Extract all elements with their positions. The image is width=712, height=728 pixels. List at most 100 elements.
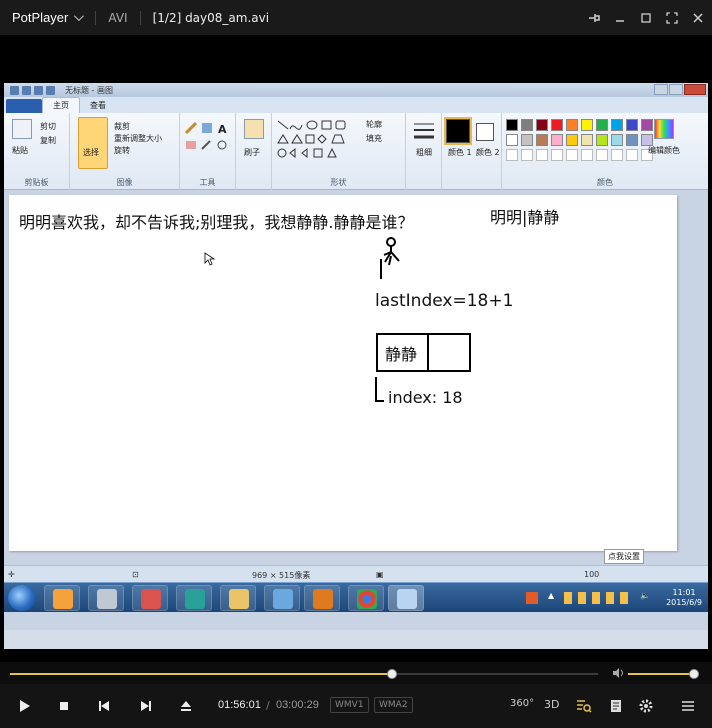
play-icon[interactable]: [16, 698, 32, 714]
minimize-icon[interactable]: [614, 12, 626, 24]
divider: [139, 10, 141, 25]
clock-time: 11:01: [672, 588, 696, 597]
move-icon: ✛: [8, 570, 15, 579]
seek-bar[interactable]: [0, 662, 712, 684]
color-swatch: [551, 119, 563, 131]
paste-label: 粘贴: [12, 146, 28, 155]
color-swatch: [506, 119, 518, 131]
seek-thumb[interactable]: [387, 669, 398, 679]
stereo-3d-button[interactable]: 3D: [544, 698, 559, 711]
gear-icon[interactable]: [638, 698, 654, 714]
taskbar-app-4: [176, 585, 212, 611]
quick-access-toolbar: [4, 85, 55, 95]
color-swatch: [536, 119, 548, 131]
color-swatch: [596, 119, 608, 131]
brush-icon: [244, 119, 264, 139]
clipboard-group: 粘贴 剪切 复制 剪贴板: [4, 113, 70, 190]
video-area[interactable]: 无标题 - 画图 主页 查看 粘贴 剪切 复制 剪贴板 选择 裁剪 重新调整大小…: [0, 36, 712, 662]
color2-swatch: [476, 123, 494, 141]
volume-slider[interactable]: [628, 669, 699, 679]
next-icon[interactable]: [138, 698, 154, 714]
volume-icon[interactable]: [612, 667, 624, 682]
playlist-search-icon[interactable]: [576, 698, 592, 714]
taskbar-app-paint: [388, 585, 424, 611]
size-icon: [414, 123, 434, 139]
chrome-icon: [357, 589, 377, 609]
clock: 11:01 2015/6/9: [666, 588, 702, 608]
box-value-text: 静静: [385, 345, 418, 364]
rotate-label: 旋转: [114, 146, 130, 155]
brushes-label: 刷子: [244, 148, 260, 157]
taskbar-app-7: [304, 585, 340, 611]
image-group-label: 图像: [116, 178, 133, 187]
system-tray: ▲ 🔈 11:01 2015/6/9: [512, 583, 708, 613]
cut-label: 剪切: [40, 122, 56, 131]
paint-window-title: 无标题 - 画图: [65, 85, 113, 95]
outline-label: 轮廓: [366, 120, 382, 129]
tray-arrow-icon: ▲: [548, 591, 555, 600]
brushes-group: 刷子: [236, 113, 272, 190]
audio-codec-badge[interactable]: WMA2: [374, 697, 413, 713]
color-swatch-empty: [611, 149, 623, 161]
taskbar-app-5: [220, 585, 256, 611]
color-swatch: [611, 119, 623, 131]
document-icon[interactable]: [608, 698, 624, 714]
stop-icon[interactable]: [56, 698, 72, 714]
color-swatch: [506, 134, 518, 146]
color-swatch: [626, 119, 638, 131]
close-icon[interactable]: [692, 12, 704, 24]
paint-titlebar: 无标题 - 画图: [4, 83, 708, 97]
total-time: 03:00:29: [276, 699, 319, 711]
seek-track[interactable]: [10, 669, 598, 679]
resize-label: 重新调整大小: [114, 134, 162, 143]
app-icon: [53, 589, 73, 609]
edit-colors-label: 编辑颜色: [648, 146, 680, 155]
fill-label: 填充: [366, 134, 382, 143]
video-frame: 无标题 - 画图 主页 查看 粘贴 剪切 复制 剪贴板 选择 裁剪 重新调整大小…: [4, 83, 708, 649]
disk-icon: ▣: [376, 570, 384, 579]
color-swatch: [521, 119, 533, 131]
taskbar-app-1: [44, 585, 80, 611]
svg-text:A: A: [218, 123, 227, 136]
app-icon: [97, 589, 117, 609]
image-group: 选择 裁剪 重新调整大小 旋转 图像: [70, 113, 180, 190]
minimize-icon: [654, 84, 668, 95]
canvas-drawing: [204, 237, 471, 402]
maximize-icon[interactable]: [640, 12, 652, 24]
video-codec-badge[interactable]: WMV1: [330, 697, 369, 713]
speaker-icon: 🔈: [640, 591, 650, 600]
paint-window-controls: [654, 84, 706, 95]
edit-colors-icon: [654, 119, 674, 139]
color-swatch: [566, 134, 578, 146]
eject-icon[interactable]: [178, 698, 194, 714]
player-menu-button[interactable]: PotPlayer: [0, 10, 89, 25]
paint-icon: [397, 589, 417, 609]
vr-360-button[interactable]: 360°: [510, 698, 534, 709]
taskbar-app-6: [264, 585, 300, 611]
color-swatch-empty: [626, 149, 638, 161]
format-label: AVI: [108, 10, 128, 25]
volume-thumb[interactable]: [689, 669, 699, 679]
color1-label: 颜色 1: [448, 148, 472, 157]
powerpoint-icon: [313, 589, 333, 609]
close-icon: [684, 84, 706, 95]
fullscreen-icon[interactable]: [666, 12, 678, 24]
previous-icon[interactable]: [96, 698, 112, 714]
color-swatch: [611, 134, 623, 146]
volume-level: [628, 673, 694, 675]
ribbon-tabs: 主页 查看: [4, 97, 708, 113]
pin-icon[interactable]: [588, 12, 600, 24]
color-swatch-empty: [551, 149, 563, 161]
tray-icons: [564, 592, 634, 604]
color-swatch-empty: [566, 149, 578, 161]
undo-icon: [34, 85, 43, 95]
menu-icon[interactable]: [680, 698, 696, 714]
paint-menu-button: [6, 99, 42, 113]
redo-icon: [46, 85, 55, 95]
settings-tooltip: 点我设置: [604, 549, 644, 564]
color-swatch: [581, 134, 593, 146]
save-icon: [22, 85, 31, 95]
color-swatch: [536, 134, 548, 146]
folder-icon: [229, 589, 249, 609]
tab-view: 查看: [90, 101, 106, 110]
